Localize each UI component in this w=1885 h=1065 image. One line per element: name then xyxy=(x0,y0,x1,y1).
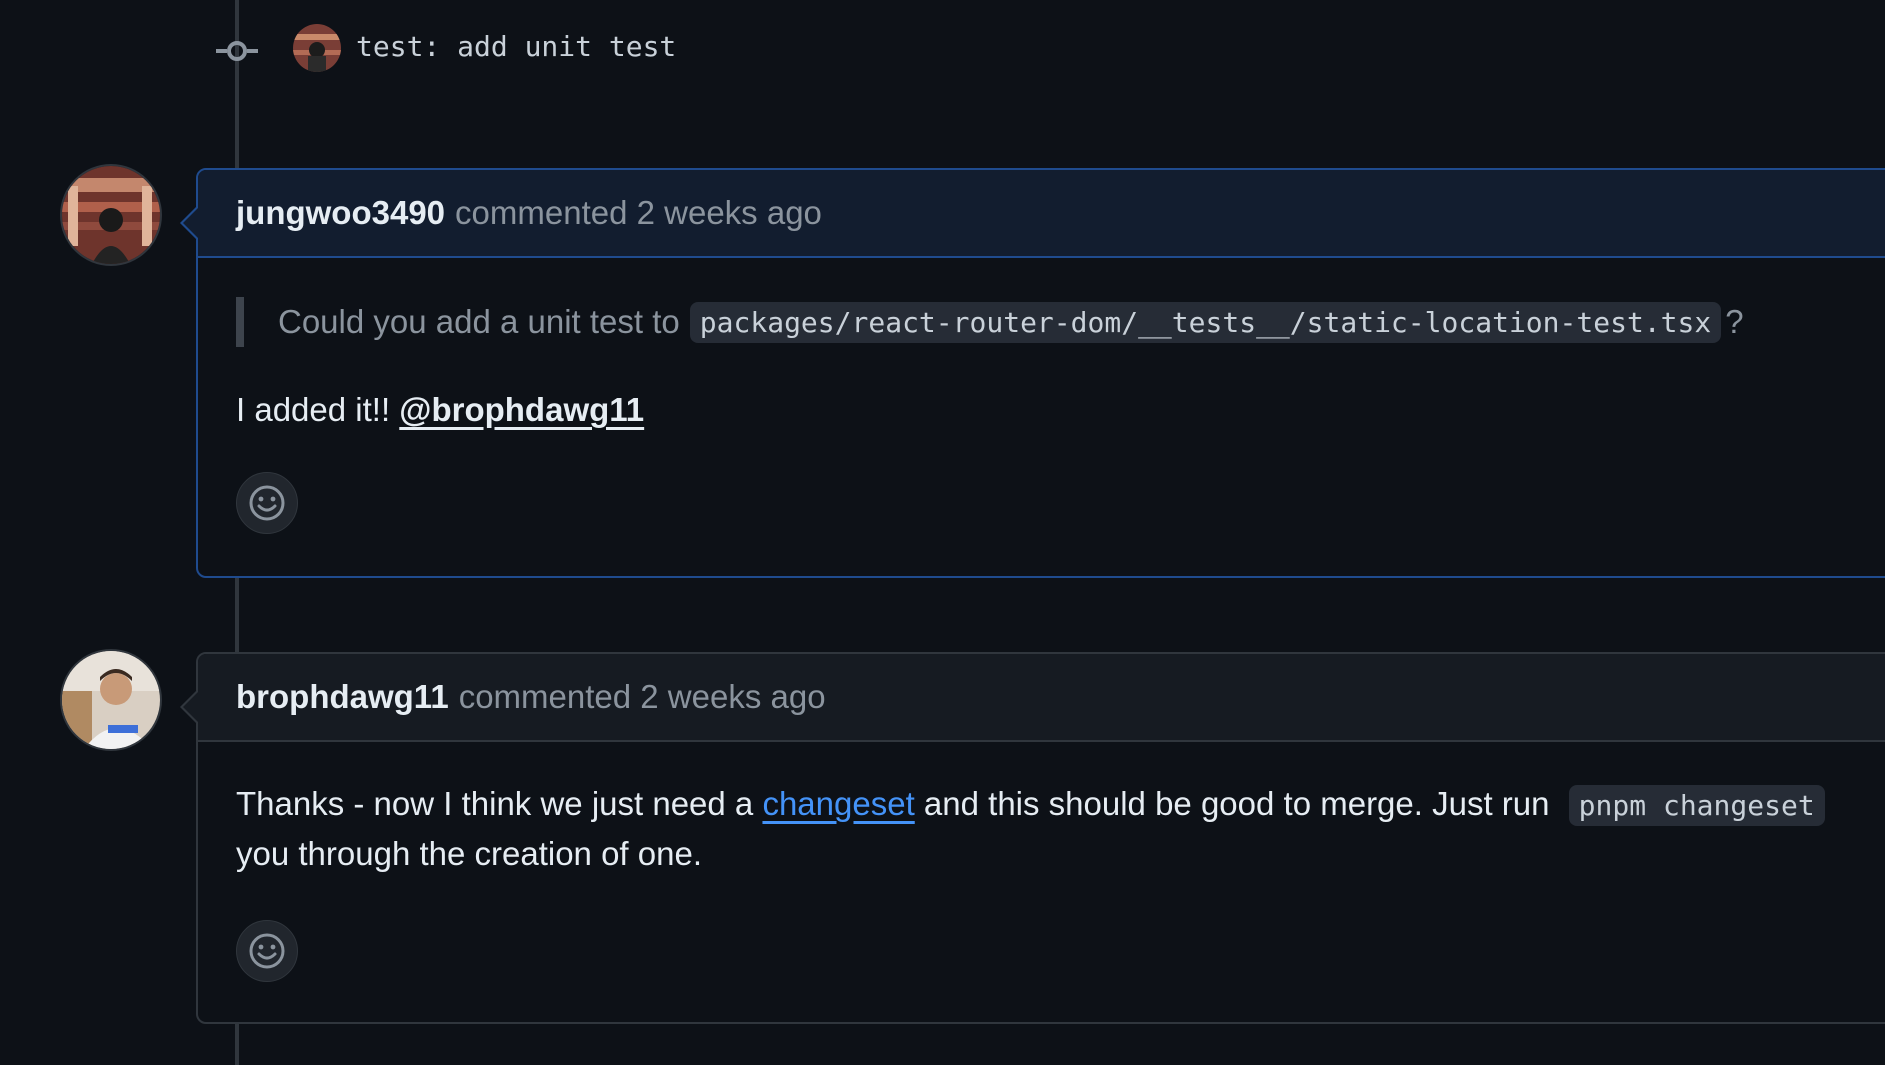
comment-body-line-2: you through the creation of one. xyxy=(236,835,702,872)
comment-header: jungwoo3490 commented 2 weeks ago xyxy=(198,170,1885,258)
quote-end: ? xyxy=(1725,303,1744,340)
pr-timeline: test: add unit test jungwoo3490 commente… xyxy=(0,0,1885,1065)
comment-body-line-1: Thanks - now I think we just need a chan… xyxy=(236,785,1829,826)
commit-author-avatar[interactable] xyxy=(293,24,341,72)
blockquote: Could you add a unit test to packages/re… xyxy=(236,297,1744,347)
inline-code: pnpm changeset xyxy=(1568,785,1825,826)
comment-body: I added it!! @brophdawg11 xyxy=(236,391,644,429)
smiley-icon xyxy=(249,485,285,521)
comment-timestamp[interactable]: commented 2 weeks ago xyxy=(455,194,822,232)
add-reaction-button[interactable] xyxy=(236,920,298,982)
quote-text: Could you add a unit test to xyxy=(278,303,680,340)
comment-card: brophdawg11 commented 2 weeks ago Thanks… xyxy=(180,652,1885,1024)
comment-author[interactable]: brophdawg11 xyxy=(236,678,449,716)
comment-header: brophdawg11 commented 2 weeks ago xyxy=(198,654,1885,742)
commit-message[interactable]: test: add unit test xyxy=(356,30,676,63)
body-text: Thanks - now I think we just need a xyxy=(236,785,754,822)
add-reaction-button[interactable] xyxy=(236,472,298,534)
git-commit-icon xyxy=(216,41,258,61)
smiley-icon xyxy=(249,933,285,969)
comment-timestamp[interactable]: commented 2 weeks ago xyxy=(459,678,826,716)
comment-card: jungwoo3490 commented 2 weeks ago Could … xyxy=(180,168,1885,578)
user-mention-link[interactable]: @brophdawg11 xyxy=(399,391,644,428)
avatar[interactable] xyxy=(62,651,160,749)
changeset-link[interactable]: changeset xyxy=(762,785,914,822)
avatar[interactable] xyxy=(62,166,160,264)
body-text: I added it!! xyxy=(236,391,391,428)
body-text: and this should be good to merge. Just r… xyxy=(923,785,1550,822)
comment-author[interactable]: jungwoo3490 xyxy=(236,194,445,232)
inline-code: packages/react-router-dom/__tests__/stat… xyxy=(689,301,1722,343)
